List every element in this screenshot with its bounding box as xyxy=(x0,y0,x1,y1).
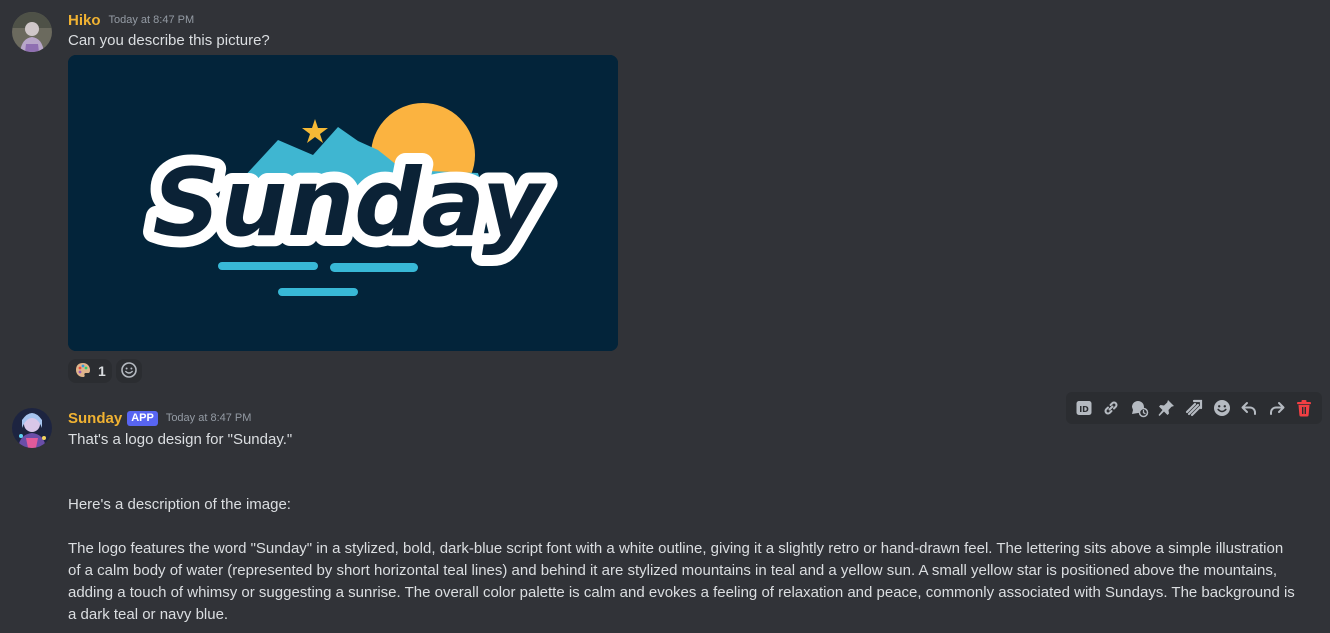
reaction-count: 1 xyxy=(98,363,106,379)
logo-word: Sunday xyxy=(153,149,547,258)
message-hiko: Hiko Today at 8:47 PM Can you describe t… xyxy=(0,0,1330,390)
message-text-line-2: Here's a description of the image: xyxy=(68,496,291,513)
reaction-palette[interactable]: 1 xyxy=(68,359,112,383)
message-text-paragraph: The logo features the word "Sunday" in a… xyxy=(68,540,1295,623)
avatar[interactable] xyxy=(12,408,52,448)
timestamp: Today at 8:47 PM xyxy=(108,14,195,26)
app-badge: APP xyxy=(127,410,158,426)
message-text-line-1: That's a logo design for "Sunday." xyxy=(68,431,293,448)
timestamp: Today at 8:47 PM xyxy=(165,412,252,424)
message-text: Can you describe this picture? xyxy=(68,32,270,49)
message-sunday: Sunday APP Today at 8:47 PM That's a log… xyxy=(0,395,1330,633)
image-attachment[interactable]: Sunday xyxy=(68,55,618,351)
palette-icon xyxy=(74,361,92,382)
sunday-logo-image: Sunday xyxy=(68,55,618,351)
avatar[interactable] xyxy=(12,12,52,52)
author-name[interactable]: Sunday xyxy=(68,410,122,427)
author-name[interactable]: Hiko xyxy=(68,12,101,29)
reactions: 1 xyxy=(68,359,142,383)
add-reaction-button[interactable] xyxy=(115,359,142,383)
add-emoji-icon xyxy=(120,361,138,382)
